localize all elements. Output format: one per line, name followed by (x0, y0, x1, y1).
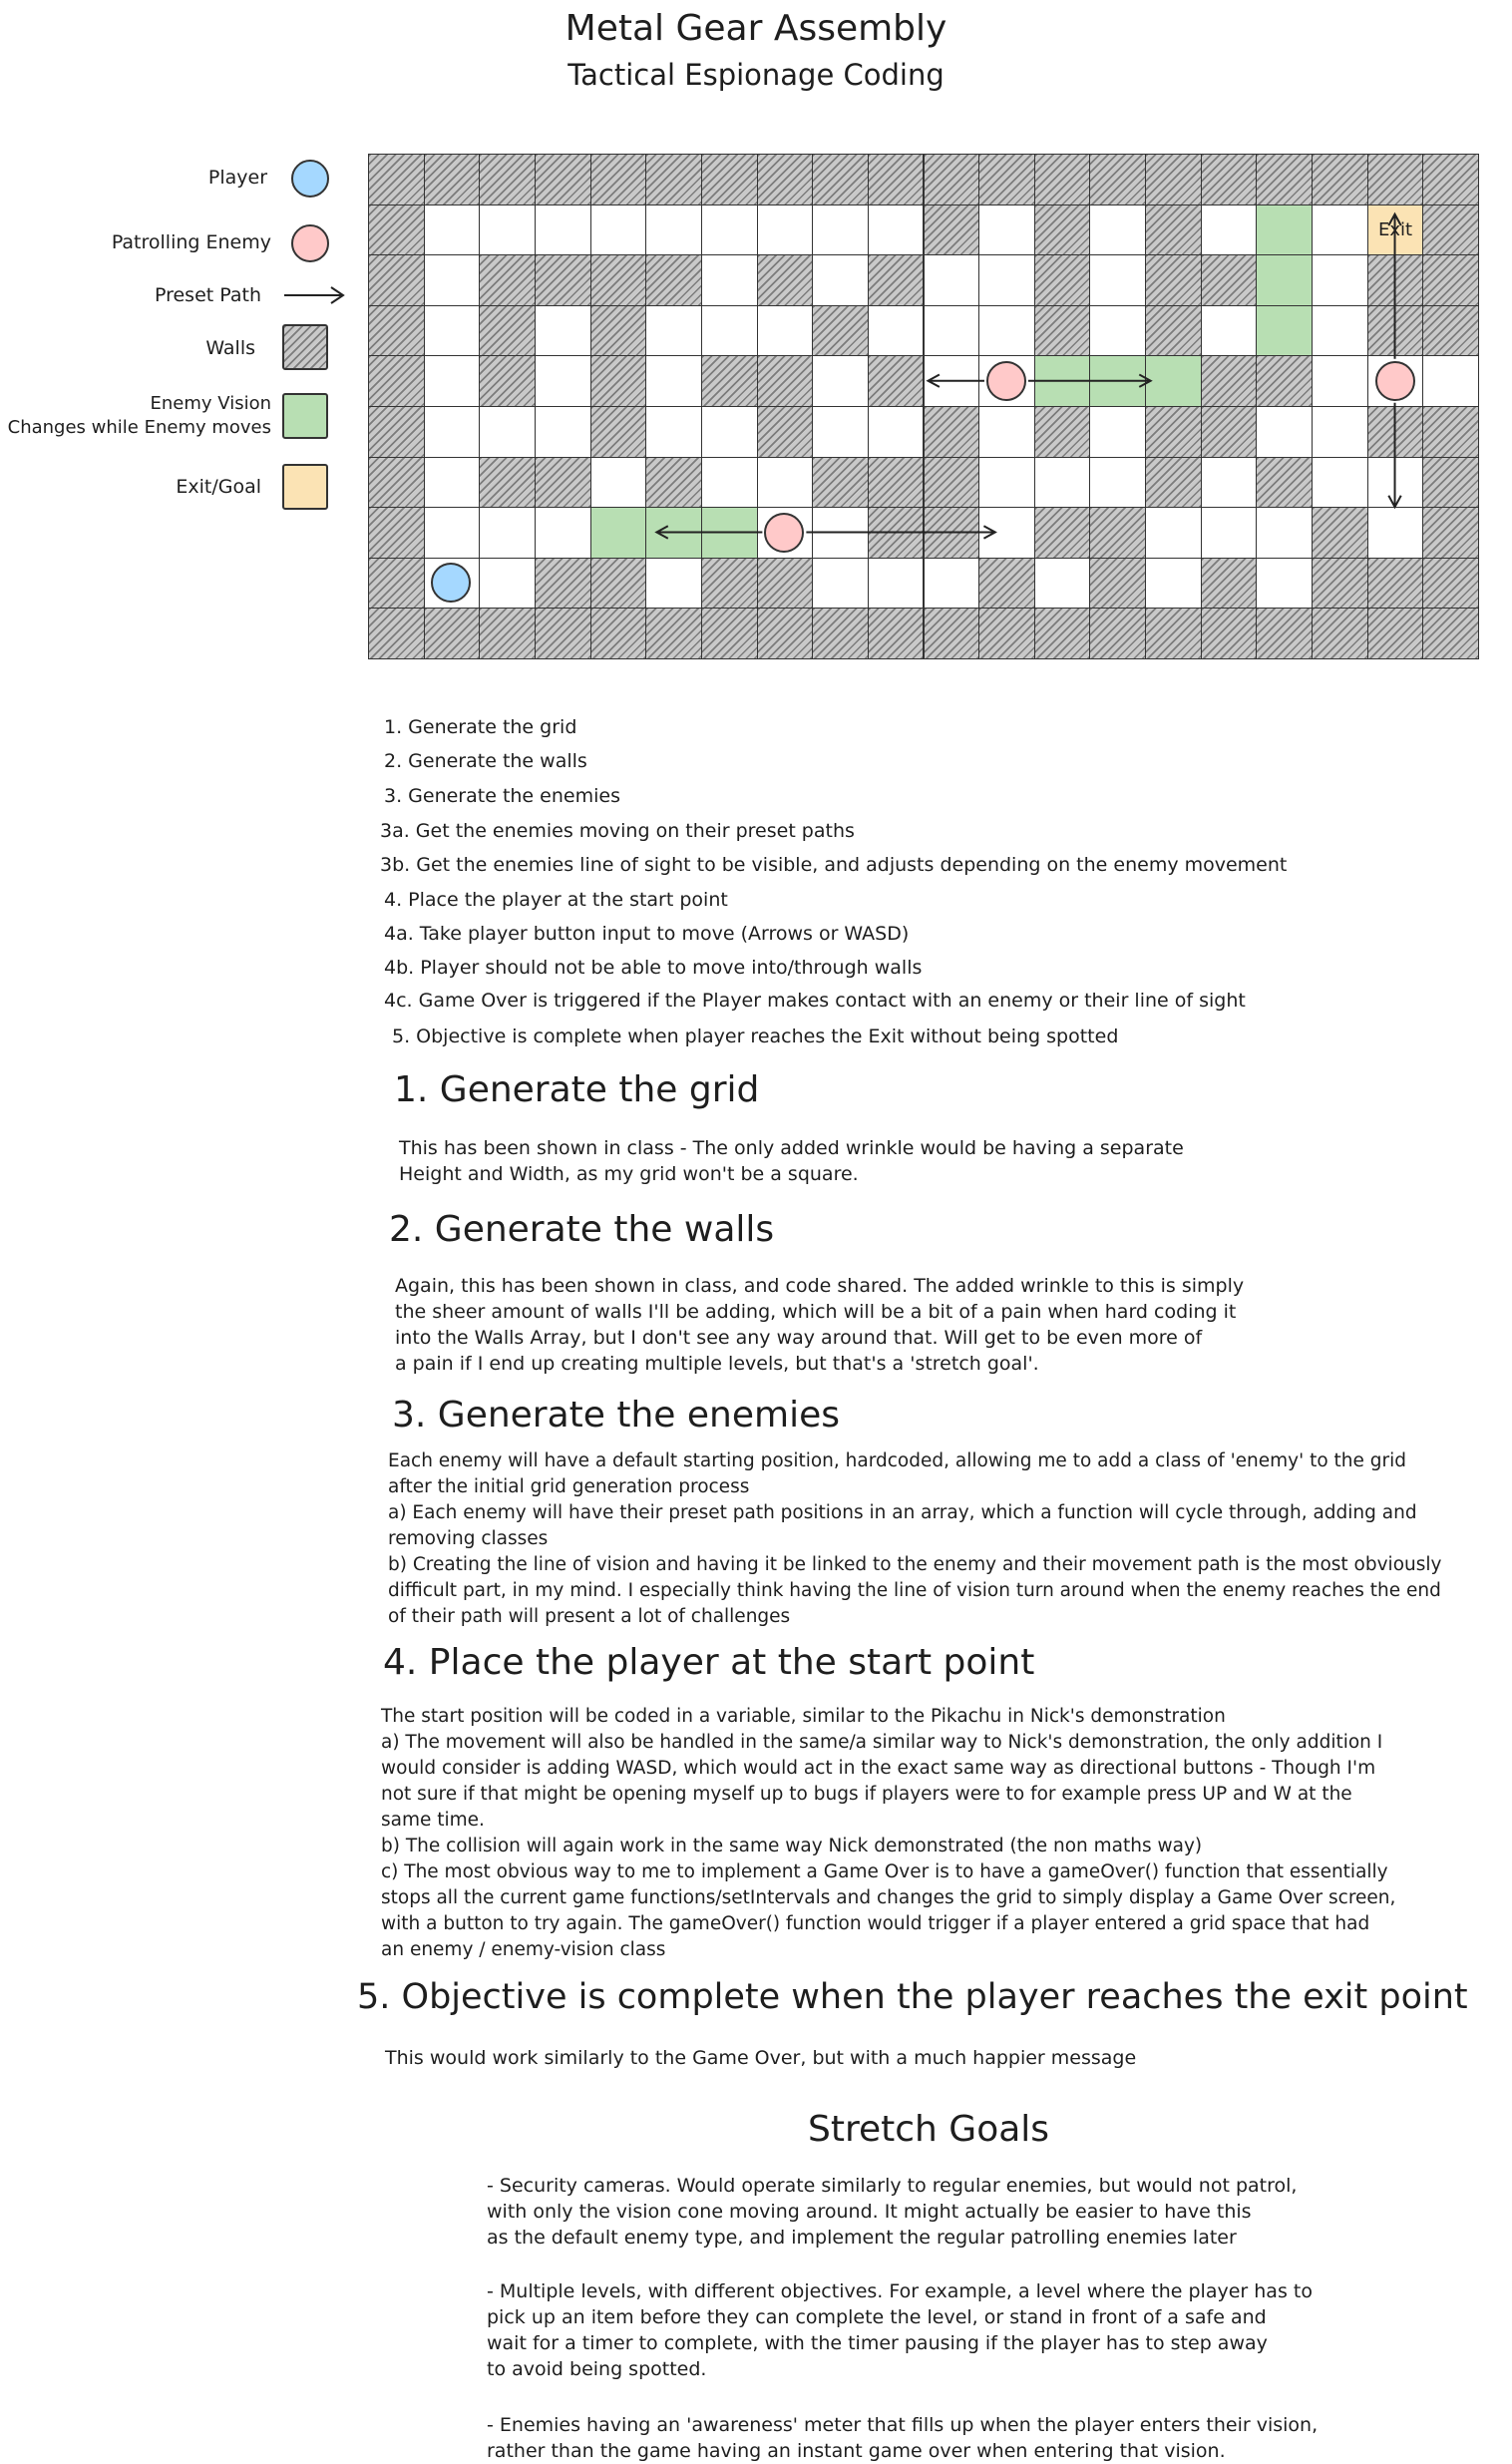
section-heading: 3. Generate the enemies (392, 1395, 840, 1436)
list-item: 1. Generate the grid (384, 716, 577, 738)
legend-label-vision: Enemy Vision (150, 393, 271, 414)
section-body: The start position will be coded in a va… (381, 1706, 1396, 1960)
list-item: 3. Generate the enemies (384, 785, 620, 807)
section-heading: 1. Generate the grid (394, 1069, 760, 1110)
vision-swatch (282, 393, 328, 439)
stretch-goals-heading: Stretch Goals (808, 2109, 1050, 2150)
enemy-swatch (291, 224, 329, 262)
list-item: 5. Objective is complete when player rea… (392, 1026, 1119, 1047)
wall-swatch (282, 324, 328, 370)
preset-path-arrows (654, 211, 1402, 540)
list-item: 4c. Game Over is triggered if the Player… (384, 990, 1246, 1012)
section-heading: 5. Objective is complete when the player… (357, 1977, 1468, 2017)
legend-label-enemy: Patrolling Enemy (111, 231, 271, 253)
page-subtitle: Tactical Espionage Coding (567, 58, 945, 92)
player-swatch (291, 160, 329, 198)
arrow-icon (284, 286, 345, 304)
list-item: 3a. Get the enemies moving on their pres… (380, 820, 855, 842)
list-item: 4a. Take player button input to move (Ar… (384, 923, 910, 945)
section-body: This would work similarly to the Game Ov… (385, 2047, 1137, 2069)
section-body: Each enemy will have a default starting … (388, 1450, 1442, 1627)
list-item: 4b. Player should not be able to move in… (384, 957, 923, 979)
legend-label-exit: Exit/Goal (176, 476, 261, 498)
list-item: 3b. Get the enemies line of sight to be … (380, 854, 1288, 876)
list-item: - Multiple levels, with different object… (487, 2280, 1313, 2380)
legend-label-vision-note: Changes while Enemy moves (7, 417, 271, 438)
exit-swatch (282, 464, 328, 510)
list-item: 4. Place the player at the start point (384, 889, 728, 911)
list-item: - Security cameras. Would operate simila… (487, 2175, 1298, 2249)
legend-label-path: Preset Path (154, 284, 261, 306)
legend-label-walls: Walls (205, 337, 255, 359)
section-body: Again, this has been shown in class, and… (395, 1275, 1245, 1375)
legend-label-player: Player (207, 167, 267, 189)
list-item: 2. Generate the walls (384, 750, 587, 772)
list-item: - Enemies having an 'awareness' meter th… (487, 2414, 1319, 2462)
section-body: This has been shown in class - The only … (399, 1137, 1184, 1185)
section-heading: 4. Place the player at the start point (383, 1642, 1035, 1683)
page-title: Metal Gear Assembly (565, 8, 947, 49)
section-heading: 2. Generate the walls (389, 1209, 775, 1250)
